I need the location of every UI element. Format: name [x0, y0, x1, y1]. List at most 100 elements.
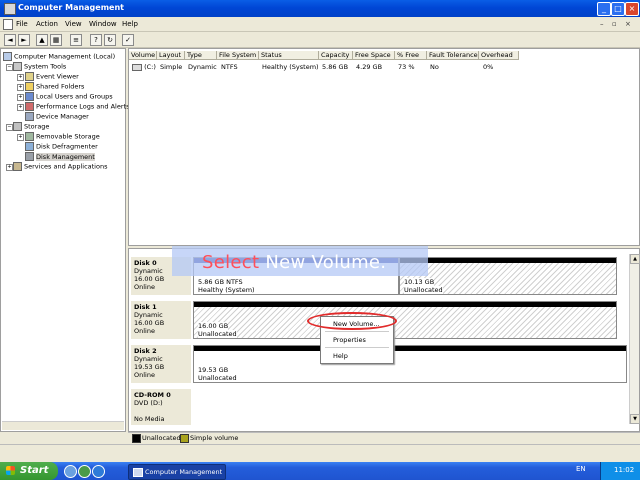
menu-file[interactable]: File [16, 20, 28, 28]
tree-item-system-tools[interactable]: System Tools [13, 62, 66, 71]
forward-arrow-icon[interactable]: ► [18, 34, 30, 46]
legend-label-simple: Simple volume [190, 434, 239, 442]
column-header-percent-free[interactable]: % Free [395, 51, 427, 60]
disk-1-info[interactable]: Disk 1 Dynamic 16.00 GB Online [131, 301, 191, 339]
tree-root[interactable]: Computer Management (Local) [3, 52, 115, 61]
table-row[interactable]: (C:) [132, 63, 156, 71]
shared-folder-icon [25, 82, 34, 91]
menu-item-properties[interactable]: Properties [333, 336, 366, 344]
disk-0-unallocated[interactable]: 10.13 GB Unallocated [399, 257, 617, 295]
up-folder-icon[interactable]: ▲ [36, 34, 48, 46]
expand-toggle[interactable]: + [17, 84, 24, 91]
instruction-callout: Select New Volume. [172, 246, 428, 276]
tree-item-local-users[interactable]: Local Users and Groups [25, 92, 113, 101]
minimize-button[interactable]: _ [597, 2, 611, 16]
column-header-volume[interactable]: Volume [129, 51, 157, 60]
close-button[interactable]: × [625, 2, 639, 16]
menu-item-help[interactable]: Help [333, 352, 348, 360]
refresh-icon[interactable]: ↻ [104, 34, 116, 46]
column-header-capacity[interactable]: Capacity [319, 51, 353, 60]
cdrom-0-info[interactable]: CD-ROM 0 DVD (D:) No Media [131, 389, 191, 425]
tree-item-performance-logs[interactable]: Performance Logs and Alerts [25, 102, 129, 111]
check-icon[interactable]: ✓ [122, 34, 134, 46]
column-header-type[interactable]: Type [185, 51, 217, 60]
legend-swatch-simple [180, 434, 189, 443]
disk-label: Disk 1 [134, 303, 157, 311]
menu-action[interactable]: Action [36, 20, 58, 28]
disk-1-unallocated[interactable]: 16.00 GB Unallocated [193, 301, 617, 339]
quick-launch-media-icon[interactable] [78, 465, 91, 478]
column-header-free-space[interactable]: Free Space [353, 51, 395, 60]
properties-icon[interactable]: ≡ [70, 34, 82, 46]
tree-item-services-apps[interactable]: Services and Applications [13, 162, 107, 171]
windows-logo-icon [6, 466, 15, 475]
tree-item-disk-management[interactable]: Disk Management [25, 152, 95, 161]
document-icon [3, 19, 13, 30]
cdrom-label: CD-ROM 0 [134, 391, 171, 399]
start-button[interactable]: Start [0, 462, 58, 480]
child-minimize-button[interactable]: – [600, 20, 604, 28]
legend-label-unallocated: Unallocated [142, 434, 181, 442]
tree-item-event-viewer[interactable]: Event Viewer [25, 72, 79, 81]
tree-item-storage[interactable]: Storage [13, 122, 49, 131]
defrag-icon [25, 142, 34, 151]
users-icon [25, 92, 34, 101]
child-close-button[interactable]: × [625, 20, 631, 28]
tree-item-device-manager[interactable]: Device Manager [25, 112, 89, 121]
computer-icon [3, 52, 12, 61]
device-manager-icon [25, 112, 34, 121]
menu-separator [325, 331, 389, 332]
child-restore-button[interactable]: ▫ [612, 20, 617, 28]
tree-item-removable-storage[interactable]: Removable Storage [25, 132, 100, 141]
menu-bar: File Action View Window Help – ▫ × [0, 17, 640, 32]
column-header-file-system[interactable]: File System [217, 51, 259, 60]
tree-item-shared-folders[interactable]: Shared Folders [25, 82, 84, 91]
maximize-button[interactable]: □ [611, 2, 625, 16]
tree-item-disk-defragmenter[interactable]: Disk Defragmenter [25, 142, 98, 151]
back-arrow-icon[interactable]: ◄ [4, 34, 16, 46]
show-tree-icon[interactable]: ▦ [50, 34, 62, 46]
language-indicator[interactable]: EN [576, 465, 586, 473]
quick-launch-desktop-icon[interactable] [64, 465, 77, 478]
expand-toggle[interactable]: + [17, 104, 24, 111]
column-header-status[interactable]: Status [259, 51, 319, 60]
disk-2-info[interactable]: Disk 2 Dynamic 19.53 GB Online [131, 345, 191, 383]
callout-prefix: Select [202, 252, 266, 273]
menu-view[interactable]: View [65, 20, 82, 28]
help-icon[interactable]: ? [90, 34, 102, 46]
collapse-toggle[interactable]: − [6, 64, 13, 71]
event-viewer-icon [25, 72, 34, 81]
tree-horizontal-scrollbar[interactable] [2, 421, 124, 430]
disk-pane-vertical-scrollbar[interactable]: ▲ ▼ [629, 254, 640, 424]
collapse-toggle[interactable]: − [6, 124, 13, 131]
cell-file-system: NTFS [221, 63, 238, 71]
legend-swatch-unallocated [132, 434, 141, 443]
quick-launch-browser-icon[interactable] [92, 465, 105, 478]
menu-help[interactable]: Help [122, 20, 138, 28]
cell-type: Dynamic [188, 63, 217, 71]
menu-window[interactable]: Window [89, 20, 117, 28]
expand-toggle[interactable]: + [17, 94, 24, 101]
cell-capacity: 5.86 GB [322, 63, 349, 71]
volume-list: Volume Layout Type File System Status Ca… [128, 48, 640, 246]
column-header-overhead[interactable]: Overhead [479, 51, 519, 60]
column-header-fault-tolerance[interactable]: Fault Tolerance [427, 51, 479, 60]
computer-management-icon [133, 468, 143, 477]
expand-toggle[interactable]: + [17, 134, 24, 141]
drive-icon [132, 63, 142, 71]
column-header-layout[interactable]: Layout [157, 51, 185, 60]
cell-layout: Simple [160, 63, 183, 71]
scroll-up-arrow-icon[interactable]: ▲ [630, 254, 640, 264]
clock[interactable]: 11:02 [614, 466, 634, 474]
disk-2-unallocated[interactable]: 19.53 GB Unallocated [193, 345, 627, 383]
taskbar-button-computer-management[interactable]: Computer Management [128, 464, 226, 480]
app-icon [4, 3, 16, 15]
callout-highlight: New Volume [265, 252, 381, 273]
menu-separator [325, 347, 389, 348]
status-bar [0, 444, 640, 461]
scroll-down-arrow-icon[interactable]: ▼ [630, 414, 640, 424]
highlight-ring [307, 312, 397, 330]
expand-toggle[interactable]: + [6, 164, 13, 171]
cell-percent-free: 73 % [398, 63, 415, 71]
expand-toggle[interactable]: + [17, 74, 24, 81]
